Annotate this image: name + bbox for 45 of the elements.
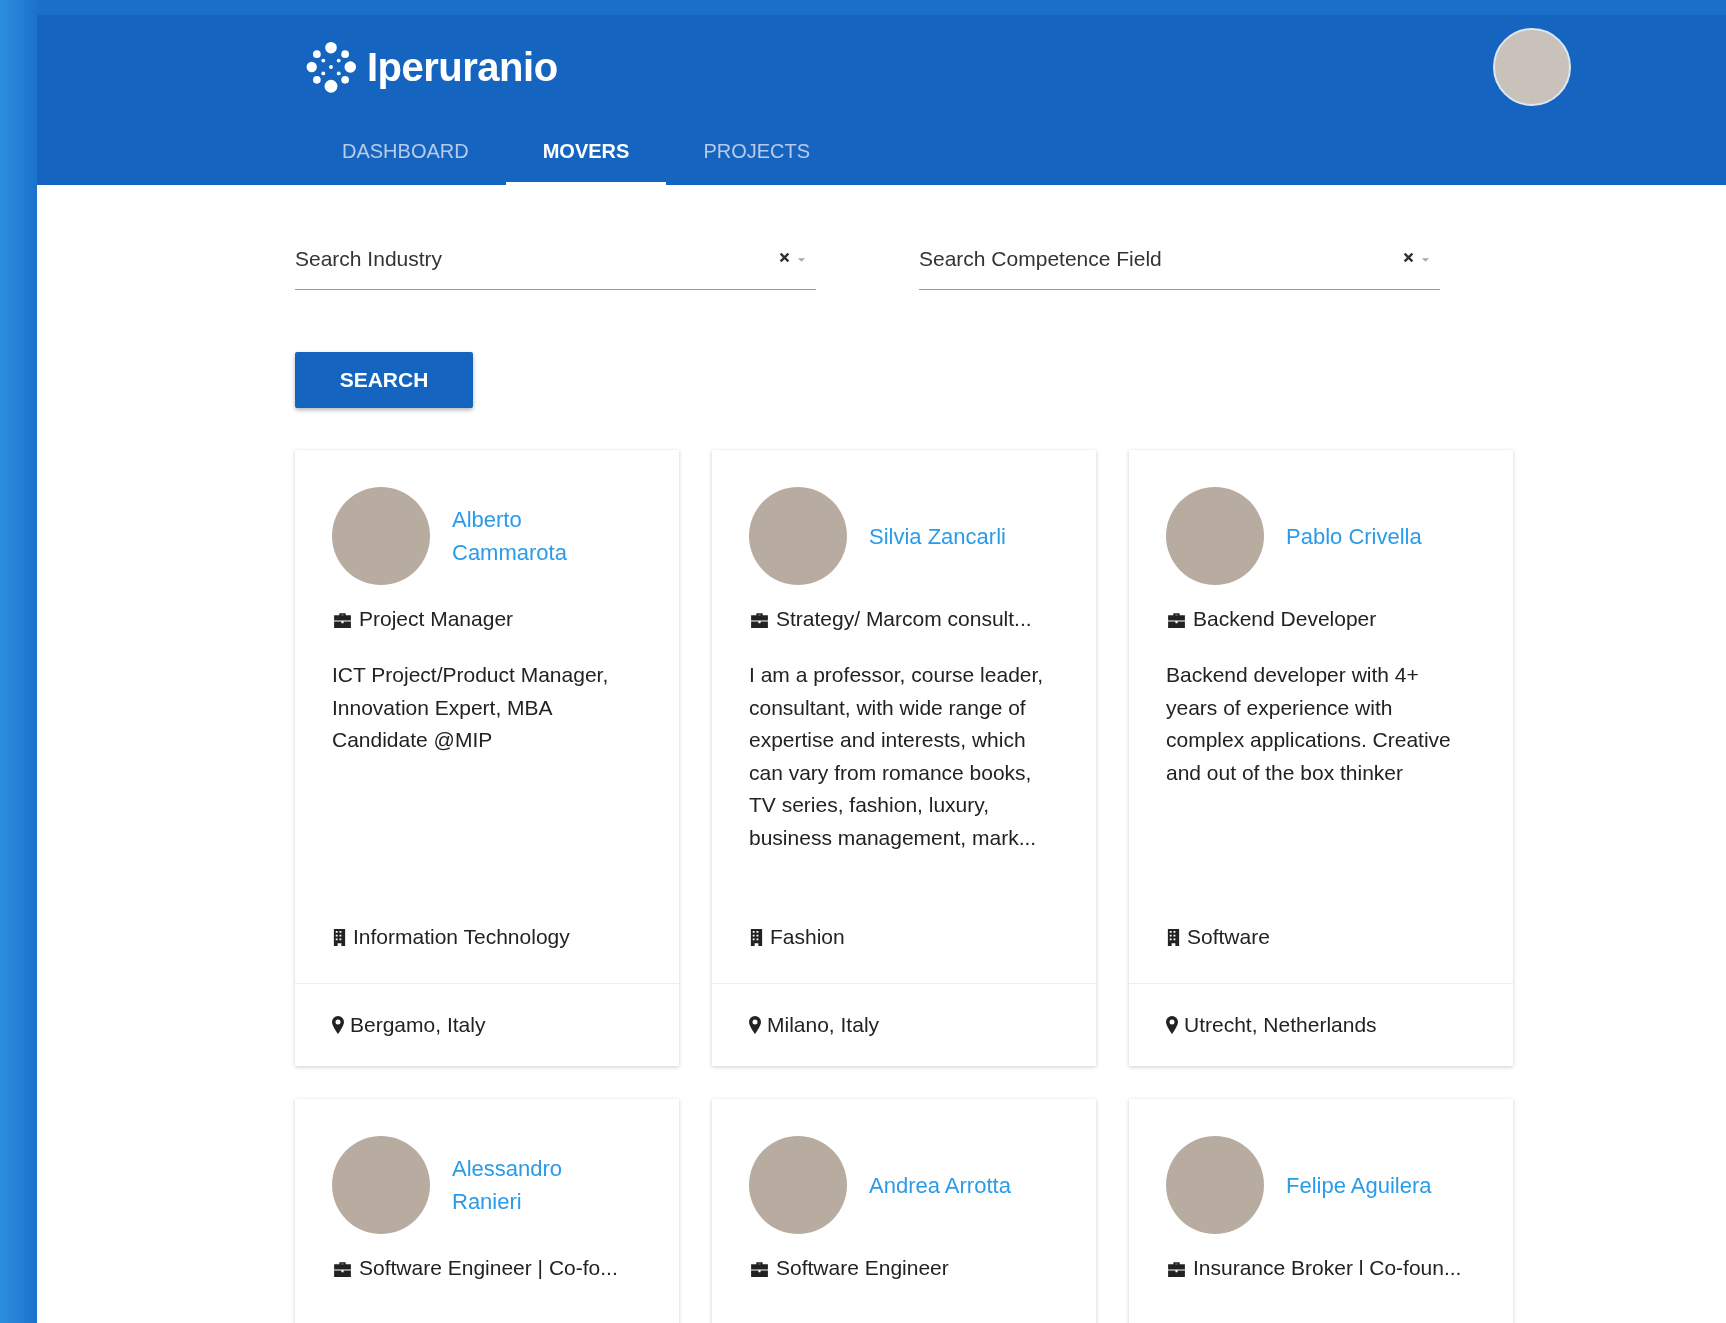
location-label: Milano, Italy xyxy=(767,1013,880,1037)
search-dropdown[interactable]: Search Competence Field xyxy=(919,247,1440,290)
profile-name-link[interactable]: Alessandro Ranieri xyxy=(452,1152,631,1218)
profile-bio: I am a professor, course leader, consultant, with wide range of expertise and interests, which can vary from romance books, TV series, fashion, luxury, business management, mark... xyxy=(749,662,1045,851)
profile-name-link[interactable]: Andrea Arrotta xyxy=(869,1168,1011,1202)
job-title: Software Engineer xyxy=(776,1256,949,1280)
briefcase-icon xyxy=(749,1259,770,1277)
search-dropdown[interactable]: Search Industry xyxy=(295,247,816,290)
building-icon xyxy=(1166,927,1181,947)
location-label: Utrecht, Netherlands xyxy=(1184,1013,1377,1037)
industry-label: Fashion xyxy=(770,925,845,949)
nav-tab[interactable]: DASHBOARD xyxy=(305,124,506,185)
map-pin-icon xyxy=(1166,1016,1178,1034)
logo-icon xyxy=(305,40,357,94)
briefcase-icon xyxy=(749,610,770,628)
briefcase-icon xyxy=(332,1259,353,1277)
industry-label: Information Technology xyxy=(353,925,570,949)
job-title: Insurance Broker l Co-foun... xyxy=(1193,1256,1462,1280)
profile-bio: Backend developer with 4+ years of experience with complex applications. Creative and out of the box thinker xyxy=(1166,662,1452,786)
briefcase-icon xyxy=(332,610,353,628)
industry-label: Software xyxy=(1187,925,1270,949)
map-pin-icon xyxy=(749,1016,761,1034)
app-logo-text: Iperuranio xyxy=(367,44,558,90)
profile-name-link[interactable]: Silvia Zancarli xyxy=(869,519,1006,553)
map-pin-icon xyxy=(332,1016,344,1034)
nav-tab[interactable]: PROJECTS xyxy=(666,124,848,185)
building-icon xyxy=(332,927,347,947)
profile-name-link[interactable]: Alberto Cammarota xyxy=(452,503,631,569)
building-icon xyxy=(749,927,764,947)
profile-name-link[interactable]: Pablo Crivella xyxy=(1286,519,1422,553)
caret-icon xyxy=(797,257,806,263)
job-title: Project Manager xyxy=(359,607,514,631)
job-title: Strategy/ Marcom consult... xyxy=(776,607,1032,631)
profile-bio: ICT Project/Product Manager, Innovation Expert, MBA Candidate @MIP xyxy=(332,662,610,753)
job-title: Software Engineer | Co-fo... xyxy=(359,1256,618,1280)
briefcase-icon xyxy=(1166,610,1187,628)
location-label: Bergamo, Italy xyxy=(350,1013,486,1037)
clear-icon xyxy=(779,251,790,263)
profile-name-link[interactable]: Felipe Aguilera xyxy=(1286,1168,1432,1202)
briefcase-icon xyxy=(1166,1259,1187,1277)
nav-tab[interactable]: MOVERS xyxy=(505,124,667,185)
clear-icon xyxy=(1403,251,1414,263)
job-title: Backend Developer xyxy=(1193,607,1377,631)
caret-icon xyxy=(1421,257,1430,263)
search-button[interactable]: SEARCH xyxy=(295,352,473,408)
